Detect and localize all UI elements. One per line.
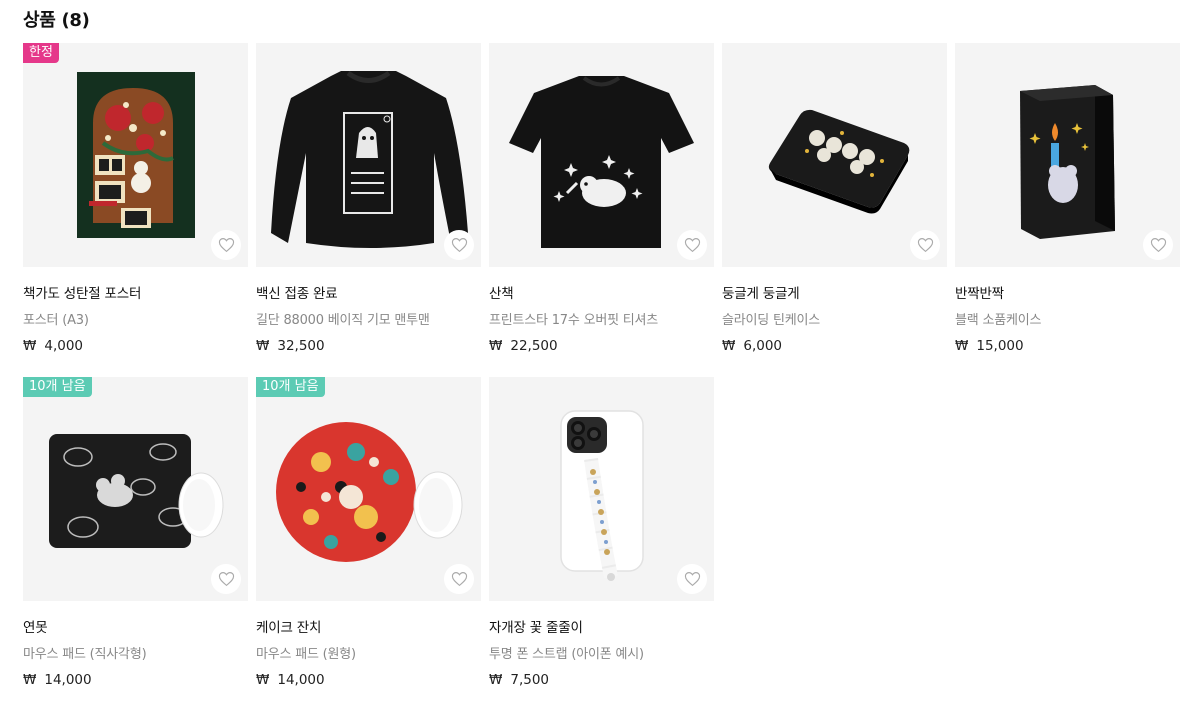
product-type: 포스터 (A3) bbox=[23, 313, 89, 328]
product-price: ₩32,500 bbox=[256, 338, 481, 354]
currency-symbol: ₩ bbox=[23, 338, 37, 354]
product-card[interactable]: 10개 남음 연못 마우스 패드 (직사각형) ₩14,000 bbox=[23, 377, 248, 703]
section-title: 상품 (8) bbox=[23, 10, 90, 31]
product-grid: 한정 책가도 성탄절 포스터 포스터 (A3) ₩ 4,000 백신 접종 완료… bbox=[23, 43, 1180, 703]
product-type: 프린트스타 17수 오버핏 티셔츠 bbox=[489, 313, 659, 328]
product-name[interactable]: 둥글게 둥글게 bbox=[722, 282, 947, 302]
stock-badge: 10개 남음 bbox=[23, 377, 92, 397]
phone-case-icon bbox=[560, 410, 644, 581]
product-type: 길단 88000 베이직 기모 맨투맨 bbox=[256, 313, 430, 328]
product-name[interactable]: 케이크 잔치 bbox=[256, 616, 481, 636]
product-type: 블랙 소품케이스 bbox=[955, 313, 1042, 328]
product-thumbnail[interactable] bbox=[955, 43, 1180, 267]
currency-symbol: ₩ bbox=[955, 338, 969, 354]
product-thumbnail[interactable]: 10개 남음 bbox=[23, 377, 248, 601]
price-value: 7,500 bbox=[510, 672, 550, 688]
product-price: ₩14,000 bbox=[23, 672, 248, 688]
product-thumbnail[interactable] bbox=[489, 377, 714, 601]
heart-icon bbox=[218, 238, 234, 253]
product-name[interactable]: 책가도 성탄절 포스터 bbox=[23, 282, 248, 302]
wishlist-button[interactable] bbox=[1143, 230, 1173, 260]
product-card[interactable]: 10개 남음 케이크 잔치 마우스 패드 (원형) ₩14,000 bbox=[256, 377, 481, 703]
wishlist-button[interactable] bbox=[677, 230, 707, 260]
box-icon bbox=[1020, 85, 1115, 239]
product-name[interactable]: 백신 접종 완료 bbox=[256, 282, 481, 302]
price-value: 6,000 bbox=[743, 338, 783, 354]
wishlist-button[interactable] bbox=[677, 564, 707, 594]
currency-symbol: ₩ bbox=[489, 338, 503, 354]
product-name[interactable]: 연못 bbox=[23, 616, 248, 636]
product-type: 투명 폰 스트랩 (아이폰 예시) bbox=[489, 647, 644, 662]
product-type: 마우스 패드 (원형) bbox=[256, 647, 356, 662]
product-thumbnail[interactable] bbox=[722, 43, 947, 267]
price-value: 15,000 bbox=[976, 338, 1024, 354]
product-price: ₩22,500 bbox=[489, 338, 714, 354]
currency-symbol: ₩ bbox=[256, 672, 270, 688]
product-name[interactable]: 산책 bbox=[489, 282, 714, 302]
sweatshirt-icon bbox=[271, 70, 468, 248]
price-value: 4,000 bbox=[44, 338, 84, 354]
price-value: 14,000 bbox=[277, 672, 325, 688]
price-value: 14,000 bbox=[44, 672, 92, 688]
mousepad-round-icon bbox=[276, 422, 463, 562]
stock-badge: 10개 남음 bbox=[256, 377, 325, 397]
wishlist-button[interactable] bbox=[211, 230, 241, 260]
wishlist-button[interactable] bbox=[211, 564, 241, 594]
tin-case-icon bbox=[768, 109, 910, 214]
heart-icon bbox=[684, 572, 700, 587]
price-value: 32,500 bbox=[277, 338, 325, 354]
currency-symbol: ₩ bbox=[256, 338, 270, 354]
currency-symbol: ₩ bbox=[23, 672, 37, 688]
heart-icon bbox=[1150, 238, 1166, 253]
mousepad-rect-icon bbox=[49, 434, 224, 548]
product-price: ₩14,000 bbox=[256, 672, 481, 688]
heart-icon bbox=[218, 572, 234, 587]
product-price: ₩7,500 bbox=[489, 672, 714, 688]
product-price: ₩15,000 bbox=[955, 338, 1180, 354]
product-name[interactable]: 자개장 꽃 줄줄이 bbox=[489, 616, 714, 636]
product-card[interactable]: 자개장 꽃 줄줄이 투명 폰 스트랩 (아이폰 예시) ₩7,500 bbox=[489, 377, 714, 703]
tshirt-icon bbox=[509, 76, 694, 248]
product-thumbnail[interactable] bbox=[489, 43, 714, 267]
product-thumbnail[interactable]: 한정 bbox=[23, 43, 248, 267]
product-card[interactable]: 산책 프린트스타 17수 오버핏 티셔츠 ₩22,500 bbox=[489, 43, 714, 377]
wishlist-button[interactable] bbox=[910, 230, 940, 260]
wishlist-button[interactable] bbox=[444, 230, 474, 260]
limited-badge: 한정 bbox=[23, 43, 59, 63]
wishlist-button[interactable] bbox=[444, 564, 474, 594]
product-card[interactable]: 둥글게 둥글게 슬라이딩 틴케이스 ₩6,000 bbox=[722, 43, 947, 377]
product-card[interactable]: 한정 책가도 성탄절 포스터 포스터 (A3) ₩ 4,000 bbox=[23, 43, 248, 377]
product-thumbnail[interactable]: 10개 남음 bbox=[256, 377, 481, 601]
product-price: ₩4,000 bbox=[23, 338, 248, 354]
product-name[interactable]: 반짝반짝 bbox=[955, 282, 1180, 302]
heart-icon bbox=[451, 238, 467, 253]
currency-symbol: ₩ bbox=[489, 672, 503, 688]
product-type: 슬라이딩 틴케이스 bbox=[722, 313, 821, 328]
product-type: 마우스 패드 (직사각형) bbox=[23, 647, 147, 662]
heart-icon bbox=[917, 238, 933, 253]
heart-icon bbox=[684, 238, 700, 253]
price-value: 22,500 bbox=[510, 338, 558, 354]
product-card[interactable]: 반짝반짝 블랙 소품케이스 ₩15,000 bbox=[955, 43, 1180, 377]
product-price: ₩6,000 bbox=[722, 338, 947, 354]
poster-icon bbox=[77, 72, 195, 238]
heart-icon bbox=[451, 572, 467, 587]
currency-symbol: ₩ bbox=[722, 338, 736, 354]
product-card[interactable]: 백신 접종 완료 길단 88000 베이직 기모 맨투맨 ₩32,500 bbox=[256, 43, 481, 377]
product-thumbnail[interactable] bbox=[256, 43, 481, 267]
